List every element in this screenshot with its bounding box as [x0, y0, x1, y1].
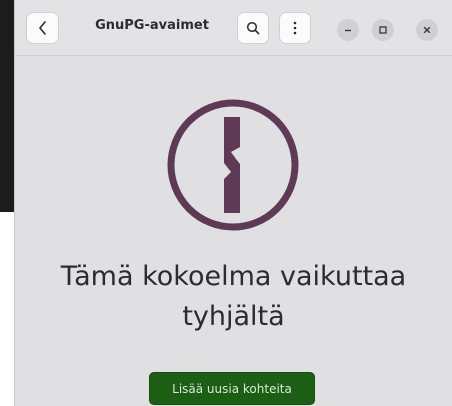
close-button[interactable] [416, 19, 438, 41]
add-new-items-button[interactable]: Lisää uusia kohteita [149, 372, 315, 405]
minimize-button[interactable] [337, 19, 359, 41]
vertical-ellipsis-icon [293, 21, 297, 35]
app-window: GnuPG-avaimet Tämä kokoelma vaikuttaa ty… [14, 0, 452, 406]
chevron-left-icon [38, 21, 46, 35]
back-button[interactable] [26, 12, 59, 44]
background-window-strip [0, 0, 14, 212]
close-icon [423, 26, 431, 34]
window-title: GnuPG-avaimet [95, 18, 209, 33]
search-icon [246, 21, 260, 35]
maximize-button[interactable] [372, 19, 394, 41]
empty-state-line-2: tyhjältä [182, 301, 285, 332]
empty-state-message: Tämä kokoelma vaikuttaa tyhjältä [15, 257, 452, 337]
empty-state-line-1: Tämä kokoelma vaikuttaa [60, 261, 407, 292]
empty-state: Tämä kokoelma vaikuttaa tyhjältä Lisää u… [15, 57, 452, 406]
minimize-icon [345, 29, 351, 32]
header-bar: GnuPG-avaimet [15, 0, 452, 56]
search-button[interactable] [237, 12, 269, 44]
keyhole-icon [167, 99, 299, 231]
maximize-icon [379, 26, 387, 34]
main-menu-button[interactable] [279, 12, 311, 44]
